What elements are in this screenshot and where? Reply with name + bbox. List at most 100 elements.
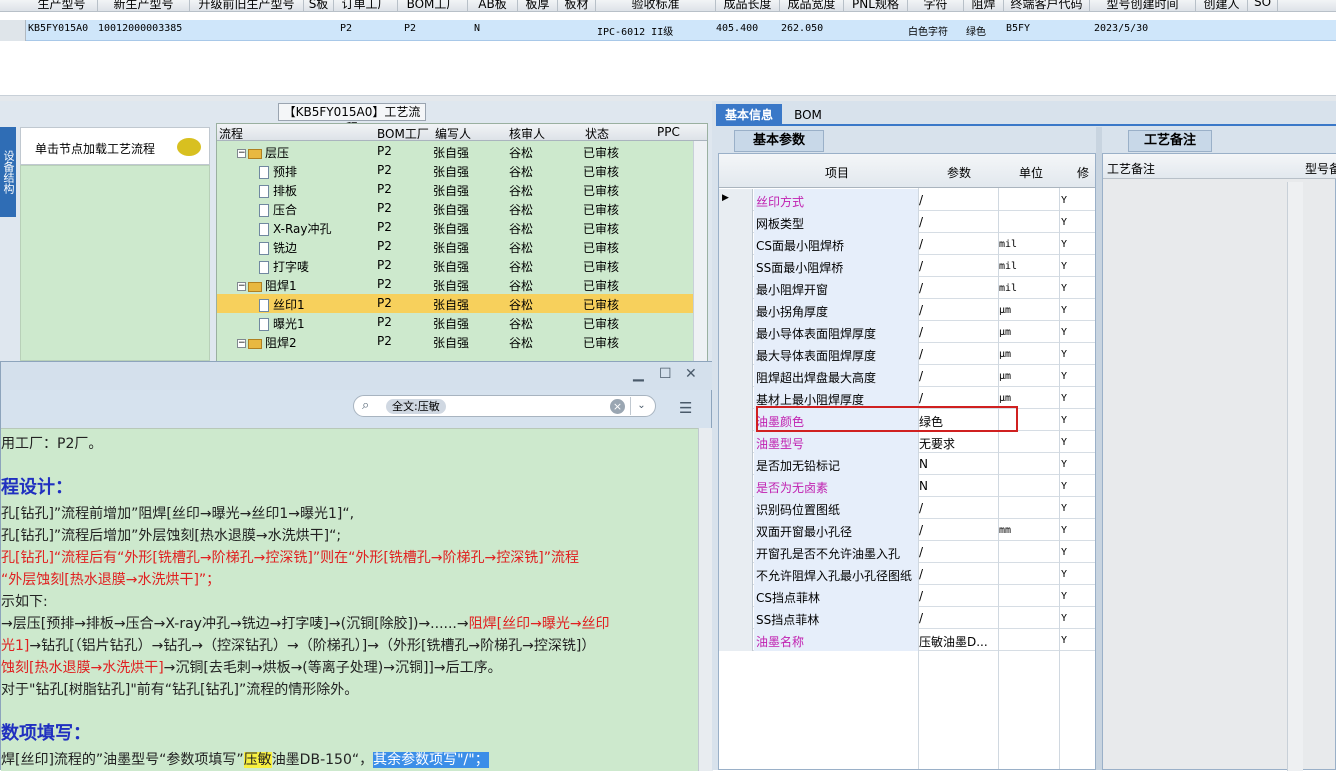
param-row[interactable]: 双面开窗最小孔径 / mm Y [719,519,1095,541]
param-value[interactable]: N [919,457,928,471]
row-header[interactable] [719,255,753,277]
param-row[interactable]: SS面最小阻焊桥 / mil Y [719,255,1095,277]
row-header[interactable] [719,497,753,519]
row-header[interactable] [719,233,753,255]
param-row[interactable]: 网板类型 / Y [719,211,1095,233]
param-row[interactable]: 最小拐角厚度 / μm Y [719,299,1095,321]
tab-basic-params[interactable]: 基本参数 [734,130,824,152]
col-header[interactable]: 项目 [825,164,849,181]
param-value[interactable]: / [919,523,923,537]
tree-row[interactable]: 预排 P2 张自强 谷松 已审核 [217,161,693,180]
param-value[interactable]: / [919,347,923,361]
row-header[interactable] [719,343,753,365]
param-value[interactable]: / [919,611,923,625]
row-header[interactable] [719,277,753,299]
row-header[interactable] [719,299,753,321]
col-header[interactable]: 终端客户代码 [1004,0,1090,12]
chevron-down-icon[interactable]: ⌄ [630,397,652,415]
col-header[interactable]: 修 [1077,164,1089,181]
row-header[interactable] [719,541,753,563]
col-header[interactable]: AB板 [468,0,518,12]
param-row[interactable]: 是否为无卤素 N Y [719,475,1095,497]
row-header[interactable] [719,321,753,343]
param-row[interactable]: 阻焊超出焊盘最大高度 / μm Y [719,365,1095,387]
col-header[interactable]: 成品宽度 [780,0,844,12]
param-value[interactable]: / [919,215,923,229]
side-tab-equipment[interactable]: 设备结构 [0,127,16,217]
col-header[interactable]: 字符 [908,0,964,12]
param-row[interactable]: 最大导体表面阻焊厚度 / μm Y [719,343,1095,365]
tree-row[interactable]: X-Ray冲孔 P2 张自强 谷松 已审核 [217,218,693,237]
param-row[interactable]: 油墨型号 无要求 Y [719,431,1095,453]
search-input[interactable]: ⌕ 全文:压敏 × ⌄ [353,395,656,417]
col-header[interactable]: 升级前旧生产型号 [190,0,304,12]
tree-row[interactable]: − 阻焊2 P2 张自强 谷松 已审核 [217,332,693,351]
param-value[interactable]: / [919,259,923,273]
col-header[interactable]: PNL规格 [844,0,908,12]
param-row[interactable]: 是否加无铅标记 N Y [719,453,1095,475]
col-header[interactable]: 创建人 [1196,0,1248,12]
search-chip[interactable]: 全文:压敏 [386,399,446,414]
param-value[interactable]: / [919,545,923,559]
clear-icon[interactable]: × [610,399,625,414]
param-value[interactable]: / [919,193,923,207]
param-row[interactable]: 识别码位置图纸 / Y [719,497,1095,519]
param-row[interactable]: ▶ 丝印方式 / Y [719,189,1095,211]
param-value[interactable]: 压敏油墨D... [919,633,988,650]
col-header[interactable]: 成品长度 [716,0,780,12]
col-header[interactable]: 生产型号 [26,0,98,12]
maximize-icon[interactable]: ☐ [659,366,672,382]
param-row[interactable]: CS面最小阻焊桥 / mil Y [719,233,1095,255]
param-value[interactable]: / [919,589,923,603]
row-header[interactable] [719,387,753,409]
col-header[interactable]: SO [1248,0,1278,12]
row-header[interactable] [719,211,753,233]
row-header[interactable] [719,453,753,475]
list-icon[interactable]: ☰ [679,399,692,417]
row-header[interactable] [719,475,753,497]
note-scrollbar[interactable] [698,428,713,771]
col-header[interactable]: 流程 [219,125,243,142]
param-value[interactable]: / [919,281,923,295]
tree-scrollbar[interactable] [693,141,707,362]
minimize-icon[interactable]: ▁ [633,366,644,382]
param-value[interactable]: / [919,567,923,581]
param-row[interactable]: 最小阻焊开窗 / mil Y [719,277,1095,299]
row-header[interactable] [719,563,753,585]
collapse-icon[interactable]: − [237,339,246,348]
col-header[interactable]: 验收标准 [596,0,716,12]
col-header[interactable]: S板 [304,0,334,12]
param-value[interactable]: N [919,479,928,493]
col-header[interactable]: 型号创建时间 [1090,0,1196,12]
col-header[interactable]: 编写人 [435,125,471,142]
col-header[interactable]: 参数 [947,164,971,181]
col-header[interactable]: BOM工厂 [398,0,468,12]
tree-row[interactable]: 丝印1 P2 张自强 谷松 已审核 [217,294,693,313]
col-header[interactable]: 核审人 [509,125,545,142]
col-header[interactable]: 型号备 [1305,160,1336,177]
row-header[interactable] [719,629,753,651]
param-value[interactable]: / [919,391,923,405]
param-value[interactable]: / [919,325,923,339]
col-header[interactable]: BOM工厂 [377,125,429,142]
tree-row[interactable]: 铣边 P2 张自强 谷松 已审核 [217,237,693,256]
tree-row[interactable]: − 阻焊1 P2 张自强 谷松 已审核 [217,275,693,294]
col-header[interactable]: 板材 [558,0,596,12]
col-header[interactable]: 订单工厂 [334,0,398,12]
col-header[interactable]: 状态 [585,125,609,142]
row-header[interactable] [719,431,753,453]
col-header[interactable]: PPC [657,125,680,139]
col-header[interactable]: 阻焊 [964,0,1004,12]
row-header[interactable]: ▶ [719,189,753,211]
row-header[interactable] [719,585,753,607]
close-icon[interactable]: ✕ [685,366,697,382]
tab-process-remarks[interactable]: 工艺备注 [1128,130,1212,152]
param-row[interactable]: 最小导体表面阻焊厚度 / μm Y [719,321,1095,343]
tab-bom[interactable]: BOM [788,104,828,126]
param-value[interactable]: / [919,303,923,317]
col-header[interactable]: 工艺备注 [1107,160,1155,177]
col-header[interactable]: 板厚 [518,0,558,12]
param-value[interactable]: / [919,369,923,383]
row-header[interactable] [719,519,753,541]
param-row[interactable]: 不允许阻焊入孔最小孔径图纸 / Y [719,563,1095,585]
